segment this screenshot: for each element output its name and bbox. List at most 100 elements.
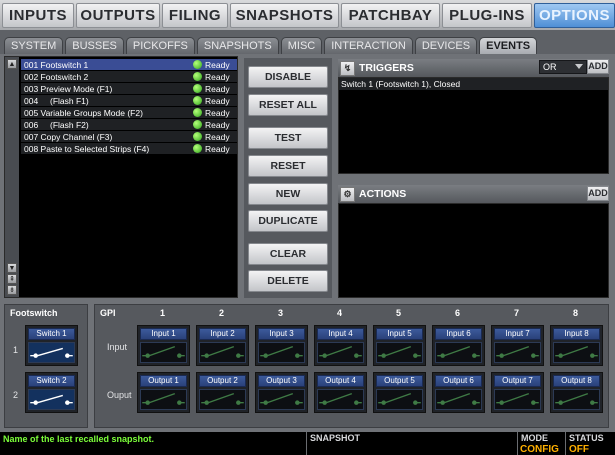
footswitch-row-label: 2 [13, 390, 19, 400]
gpi-column-header: 8 [573, 308, 579, 318]
gpi-label: Output 4 [317, 375, 364, 387]
switch-open-icon [494, 342, 541, 363]
gpi-column-header: 3 [278, 308, 284, 318]
gpi-input-1[interactable]: Input 1 [137, 325, 190, 366]
event-status: Ready [205, 71, 230, 82]
footswitch-2[interactable]: Switch 2 [25, 372, 78, 413]
list-item[interactable]: 007 Copy Channel (F3) Ready [21, 131, 237, 143]
event-status: Ready [205, 95, 230, 106]
footswitch-row-label: 1 [13, 345, 19, 355]
list-scrollbar[interactable]: ▲ ▼ ⇞ ⇟ [5, 57, 19, 297]
reset-all-button[interactable]: RESET ALL [248, 94, 328, 116]
subtab-events[interactable]: EVENTS [479, 37, 538, 54]
switch-open-icon [258, 389, 305, 410]
tab-patchbay[interactable]: PATCHBAY [341, 3, 440, 28]
gpi-output-1[interactable]: Output 1 [137, 372, 190, 413]
tab-snapshots[interactable]: SNAPSHOTS [230, 3, 339, 28]
subtab-interaction[interactable]: INTERACTION [324, 37, 413, 54]
gpi-label: Output 8 [553, 375, 600, 387]
ready-led-icon [193, 120, 202, 129]
gpi-output-3[interactable]: Output 3 [255, 372, 308, 413]
gpi-output-7[interactable]: Output 7 [491, 372, 544, 413]
gpi-output-2[interactable]: Output 2 [196, 372, 249, 413]
list-item[interactable]: 003 Preview Mode (F1) Ready [21, 83, 237, 95]
gpi-output-8[interactable]: Output 8 [550, 372, 603, 413]
list-item[interactable]: 005 Variable Groups Mode (F2) Ready [21, 107, 237, 119]
subtab-busses[interactable]: BUSSES [65, 37, 124, 54]
new-button[interactable]: NEW [248, 183, 328, 205]
test-button[interactable]: TEST [248, 127, 328, 149]
chevron-down-icon [575, 64, 583, 69]
sub-tab-bar: SYSTEM BUSSES PICKOFFS SNAPSHOTS MISC IN… [0, 30, 615, 54]
trigger-icon: ↯ [340, 60, 355, 76]
gpi-label: Input 1 [140, 328, 187, 340]
gpi-label: Input 6 [435, 328, 482, 340]
switch-open-icon [435, 389, 482, 410]
gpi-label: Output 7 [494, 375, 541, 387]
gpi-label: Output 2 [199, 375, 246, 387]
ready-led-icon [193, 72, 202, 81]
gpi-output-6[interactable]: Output 6 [432, 372, 485, 413]
scroll-down-icon[interactable]: ▼ [7, 263, 17, 273]
reset-button[interactable]: RESET [248, 155, 328, 177]
tab-plug-ins[interactable]: PLUG-INS [442, 3, 532, 28]
event-status: Ready [205, 131, 230, 142]
scroll-up-icon[interactable]: ⇞ [7, 274, 17, 284]
gpi-input-5[interactable]: Input 5 [373, 325, 426, 366]
tab-options[interactable]: OPTIONS [534, 3, 615, 28]
gpi-output-4[interactable]: Output 4 [314, 372, 367, 413]
operator-select[interactable]: OR [539, 60, 587, 74]
gpi-label: Output 1 [140, 375, 187, 387]
tab-inputs[interactable]: INPUTS [2, 3, 74, 28]
tab-filing[interactable]: FILING [162, 3, 228, 28]
switch-label: Switch 2 [28, 375, 75, 387]
clear-button[interactable]: CLEAR [248, 243, 328, 265]
event-name: 007 Copy Channel (F3) [24, 131, 113, 142]
subtab-snapshots[interactable]: SNAPSHOTS [196, 37, 279, 54]
gpi-input-2[interactable]: Input 2 [196, 325, 249, 366]
command-column: DISABLE RESET ALL TEST RESET NEW DUPLICA… [244, 58, 332, 298]
disable-button[interactable]: DISABLE [248, 66, 328, 88]
gpi-label: Input 4 [317, 328, 364, 340]
status-label: STATUS [569, 433, 604, 443]
tab-outputs[interactable]: OUTPUTS [76, 3, 160, 28]
gpi-input-7[interactable]: Input 7 [491, 325, 544, 366]
trigger-item[interactable]: Switch 1 (Footswitch 1), Closed [339, 78, 608, 90]
switch-open-icon [317, 389, 364, 410]
gpi-input-8[interactable]: Input 8 [550, 325, 603, 366]
duplicate-button[interactable]: DUPLICATE [248, 210, 328, 232]
add-trigger-button[interactable]: ADD [587, 59, 609, 74]
gpi-input-3[interactable]: Input 3 [255, 325, 308, 366]
subtab-devices[interactable]: DEVICES [414, 37, 478, 54]
event-name: 005 Variable Groups Mode (F2) [24, 107, 143, 118]
event-name: 008 Paste to Selected Strips (F4) [24, 143, 150, 154]
actions-header: ⚙ ACTIONS [338, 185, 609, 203]
switch-open-icon [140, 389, 187, 410]
event-status: Ready [205, 119, 230, 130]
subtab-misc[interactable]: MISC [280, 37, 323, 54]
gpi-input-6[interactable]: Input 6 [432, 325, 485, 366]
triggers-title: TRIGGERS [359, 62, 414, 74]
list-item[interactable]: 006 (Flash F2) Ready [21, 119, 237, 131]
list-item[interactable]: 004 (Flash F1) Ready [21, 95, 237, 107]
switch-open-icon [258, 342, 305, 363]
event-list: ▲ ▼ ⇞ ⇟ 001 Footswitch 1 Ready 002 Foots… [4, 56, 238, 298]
gpi-output-5[interactable]: Output 5 [373, 372, 426, 413]
delete-button[interactable]: DELETE [248, 270, 328, 292]
gpi-column-header: 1 [160, 308, 166, 318]
scroll-top-icon[interactable]: ▲ [7, 59, 17, 69]
gpi-label: Output 5 [376, 375, 423, 387]
list-item[interactable]: 001 Footswitch 1 Ready [21, 59, 237, 71]
subtab-pickoffs[interactable]: PICKOFFS [125, 37, 195, 54]
switch-open-icon [553, 342, 600, 363]
list-item[interactable]: 002 Footswitch 2 Ready [21, 71, 237, 83]
footswitch-1[interactable]: Switch 1 [25, 325, 78, 366]
add-action-button[interactable]: ADD [587, 186, 609, 201]
scroll-bottom-icon[interactable]: ⇟ [7, 285, 17, 295]
gpi-column-header: 7 [514, 308, 520, 318]
ready-led-icon [193, 84, 202, 93]
list-item[interactable]: 008 Paste to Selected Strips (F4) Ready [21, 143, 237, 155]
status-message: Name of the last recalled snapshot. [3, 434, 155, 444]
subtab-system[interactable]: SYSTEM [4, 37, 64, 54]
gpi-input-4[interactable]: Input 4 [314, 325, 367, 366]
